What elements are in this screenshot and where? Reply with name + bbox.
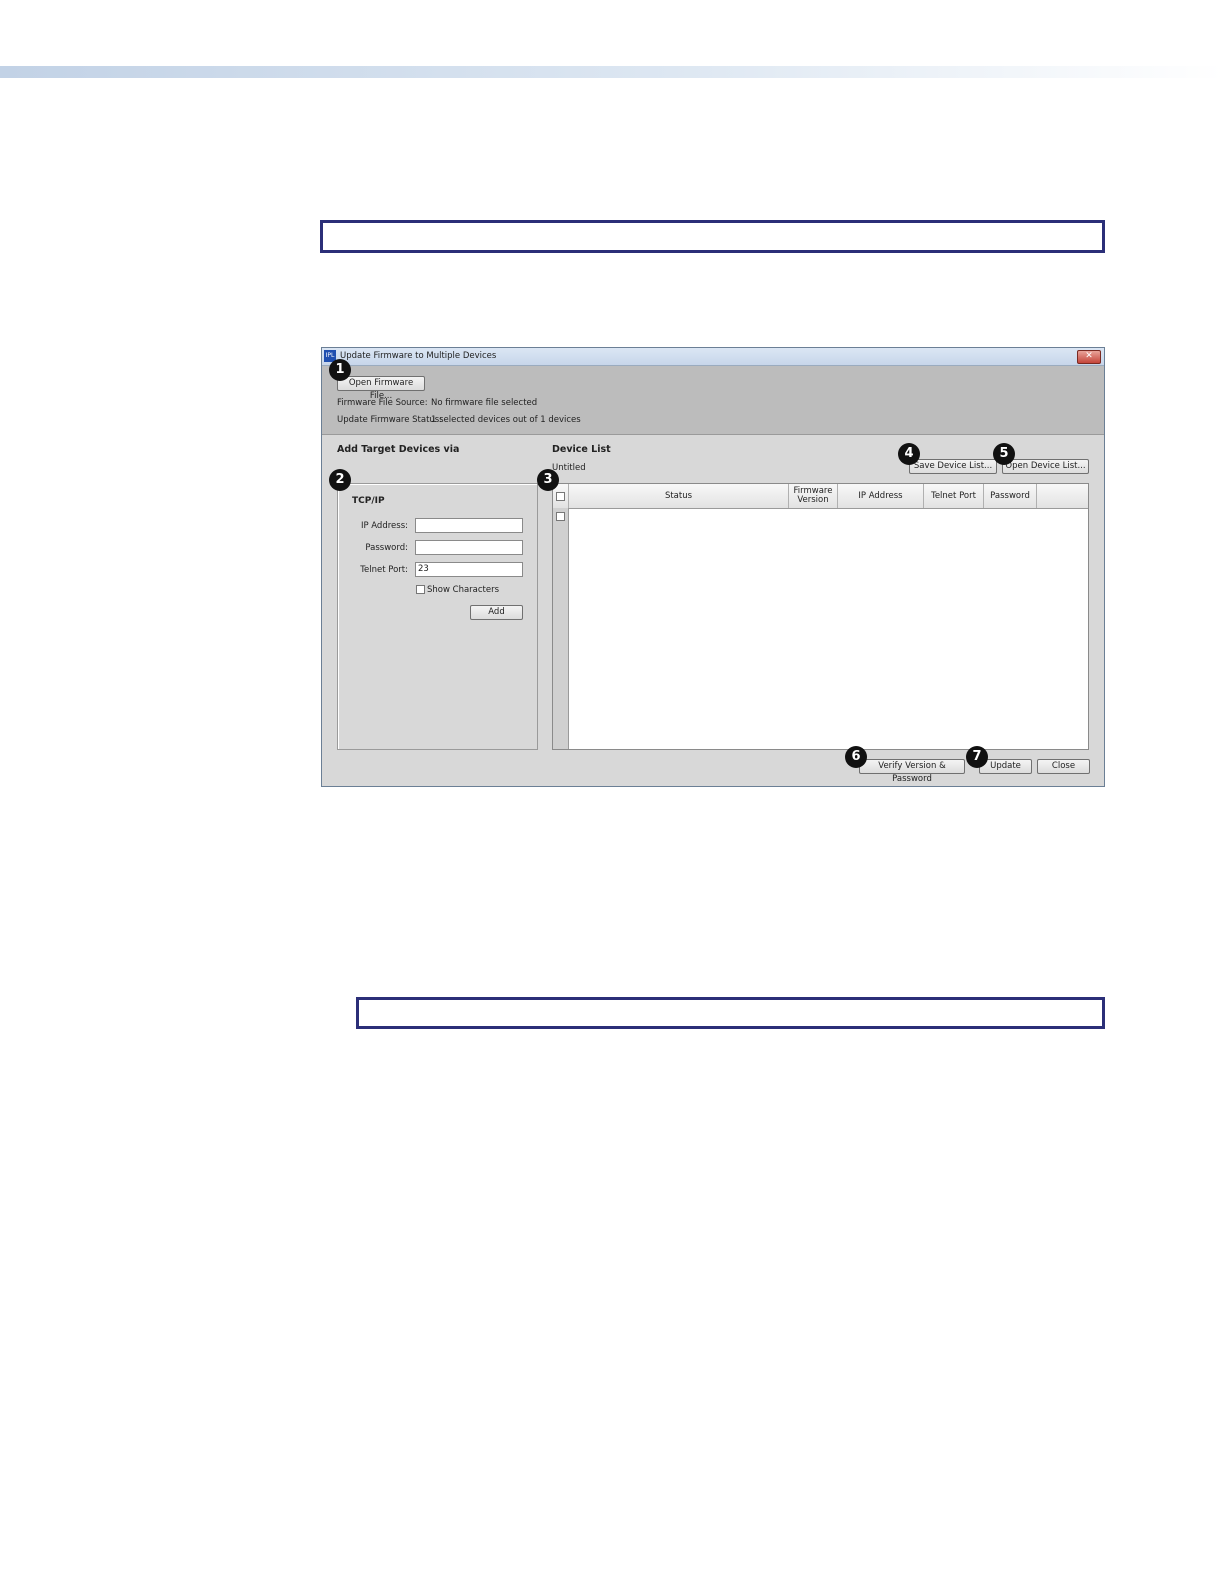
show-characters-checkbox[interactable] [416, 585, 425, 594]
window-title: Update Firmware to Multiple Devices [340, 351, 497, 361]
title-bar[interactable]: IPL Update Firmware to Multiple Devices … [322, 348, 1104, 366]
callout-2: 2 [329, 469, 351, 491]
save-device-list-button[interactable]: Save Device List... [909, 459, 997, 474]
firmware-panel: Open Firmware File... Firmware File Sour… [322, 366, 1104, 435]
callout-1: 1 [329, 359, 351, 381]
device-list-heading: Device List [552, 444, 611, 455]
ip-address-label: IP Address: [360, 521, 408, 531]
device-table: Status Firmware Version IP Address Telne… [552, 483, 1089, 750]
update-status-label: Update Firmware Status: [337, 415, 443, 425]
tcpip-title: TCP/IP [352, 496, 385, 506]
column-status[interactable]: Status [569, 484, 789, 508]
callout-3: 3 [537, 469, 559, 491]
note-box [356, 997, 1105, 1029]
update-status-value: 1 selected devices out of 1 devices [431, 415, 581, 425]
column-ip-address[interactable]: IP Address [838, 484, 924, 508]
window-close-button[interactable]: ✕ [1077, 350, 1101, 364]
callout-7: 7 [966, 746, 988, 768]
callout-6: 6 [845, 746, 867, 768]
firmware-source-label: Firmware File Source: [337, 398, 428, 408]
telnet-port-label: Telnet Port: [360, 565, 408, 575]
callout-4: 4 [898, 443, 920, 465]
firmware-source-value: No firmware file selected [431, 398, 538, 408]
table-header: Status Firmware Version IP Address Telne… [553, 484, 1088, 509]
column-telnet-port[interactable]: Telnet Port [924, 484, 984, 508]
password-label: Password: [365, 543, 408, 553]
column-password[interactable]: Password [984, 484, 1037, 508]
telnet-port-input[interactable]: 23 [415, 562, 523, 577]
add-device-button[interactable]: Add [470, 605, 523, 620]
add-target-heading: Add Target Devices via [337, 444, 460, 455]
ip-address-input[interactable] [415, 518, 523, 533]
close-button[interactable]: Close [1037, 759, 1090, 774]
select-all-checkbox[interactable] [556, 491, 565, 501]
password-input[interactable] [415, 540, 523, 555]
callout-5: 5 [993, 443, 1015, 465]
row-header-strip [553, 508, 569, 749]
verify-version-password-button[interactable]: Verify Version & Password [859, 759, 965, 784]
update-firmware-dialog: IPL Update Firmware to Multiple Devices … [321, 347, 1105, 787]
open-device-list-button[interactable]: Open Device List... [1002, 459, 1089, 474]
show-characters-label: Show Characters [427, 585, 500, 595]
page-header-bar [0, 66, 1224, 78]
open-firmware-file-button[interactable]: Open Firmware File... [337, 376, 425, 401]
tcpip-group: TCP/IP IP Address: Password: Telnet Port… [337, 483, 538, 750]
column-filler [1037, 484, 1088, 508]
device-list-filename: Untitled [552, 463, 586, 473]
column-firmware-version[interactable]: Firmware Version [789, 484, 838, 508]
row-checkbox[interactable] [556, 512, 565, 521]
note-box [320, 220, 1105, 253]
